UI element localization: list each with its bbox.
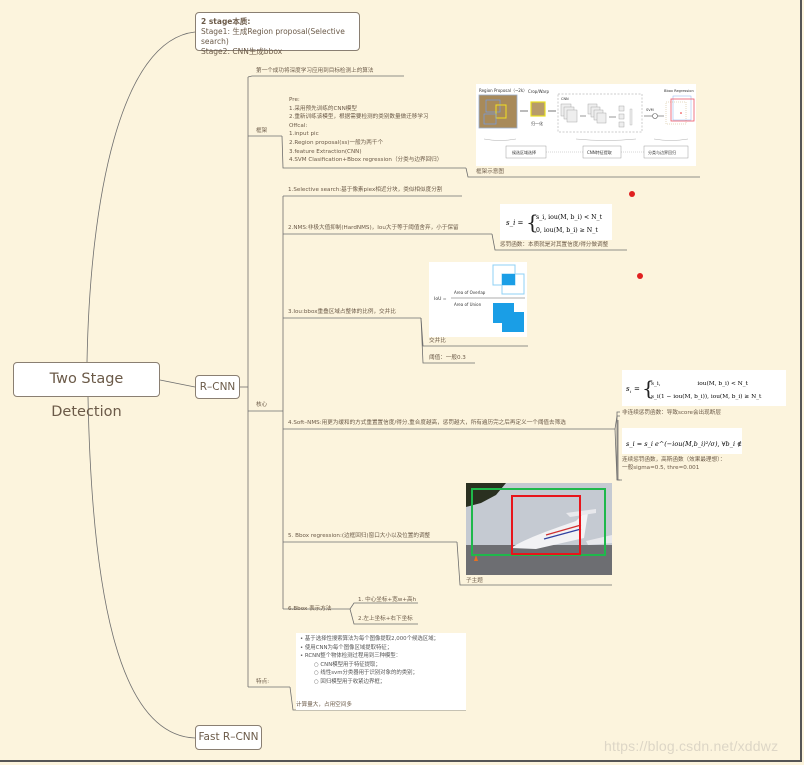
svg-text:i: i [630, 389, 632, 394]
core-item-soft-nms[interactable]: 4.Soft–NMS:用更为缓和的方式重置置信度/得分,重合度越高，惩罚越大，所… [288, 420, 566, 427]
svg-text:=: = [634, 385, 640, 393]
stage-note-title: 2 stage本质: [201, 17, 251, 26]
bullet-item: • 基于选择性搜索算法为每个图像提取2,000个候选区域； [300, 636, 439, 642]
rcnn-intro[interactable]: 第一个成功将深度学习应用到目标检测上的算法 [256, 68, 373, 75]
framework-line: Offcal: [289, 122, 308, 129]
iou-denominator: Area of Union [454, 302, 482, 307]
curve-root-stage [86, 31, 196, 363]
iou-sub-ratio[interactable]: 交并比 [429, 338, 446, 345]
bullet-subitem: ○ CNN模型用于特征提取； [314, 661, 381, 668]
framework-diagram-caption[interactable]: 框架示意图 [476, 169, 504, 176]
bbox-repr-corners[interactable]: 2.左上坐标+右下坐标 [358, 616, 413, 623]
soft-nms-caption2-line1[interactable]: 连续惩罚函数，高斯函数（效果最理想）： [622, 457, 725, 464]
soft-formula1-case1: s_i, iou(M, b_i) < N_t [651, 380, 749, 387]
soft-nms-formula-discrete: s i = { s_i, iou(M, b_i) < N_t s_i(1 − i… [622, 370, 786, 406]
framework-line: 1.采用预先训练的CNN模型 [289, 105, 357, 112]
diagram-step3: 分类与边界回归 [648, 149, 676, 155]
core-label[interactable]: 核心 [256, 402, 267, 409]
core-item-nms[interactable]: 2.NMS:非极大值抑制(HardNMS)，Iou大于等于阈值舍弃，小于保留 [288, 225, 459, 232]
bullet-item: • 使用CNN为每个图像区域提取特征； [300, 644, 393, 651]
nms-caption[interactable]: 惩罚函数：本质就是对其置信度/得分做调整 [500, 242, 608, 249]
framework-text[interactable]: Pre: 1.采用预先训练的CNN模型 2.重新训练该模型，根据需要检测的类别数… [289, 96, 442, 165]
framework-line: 1.input pic [289, 131, 319, 138]
diagram-cnn: CNN [561, 97, 569, 101]
warped-image [530, 101, 546, 117]
soft-nms-formula-gaussian: s_i = s_i e^(−iou(M,b_i)²/σ), ∀b_i ∉ D [622, 428, 750, 454]
iou-label: IoU = [434, 296, 447, 302]
iou-numerator: Area of Overlap [454, 290, 486, 295]
soft-formula2: s_i = s_i e^(−iou(M,b_i)²/σ), ∀b_i ∉ D [626, 440, 742, 448]
stage-note-line1: Stage1: 生成Region proposal(Selective sear… [201, 27, 345, 46]
core-item-bbox-regression[interactable]: 5. Bbox regression:(边框回归)窗口大小以及位置的调整 [288, 533, 430, 540]
diagram-region-proposal: Region Proposal（~2k） [479, 88, 527, 93]
core-item-iou[interactable]: 3.Iou:bbox重叠区域占整体的比例，交并比 [288, 309, 396, 316]
soft-nms-caption2-line2[interactable]: 一般sigma=0.5, thre=0.001 [622, 465, 699, 472]
nms-formula-svg: s_i = { s_i, iou(M, b_i) < N_t 0, iou(M,… [506, 210, 603, 234]
core-item-bbox-repr[interactable]: 6.Bbox 表示方法 [288, 606, 331, 613]
diagram-step2: CNN特征提取 [587, 149, 612, 155]
bbox-regression-caption[interactable]: 子主题 [466, 578, 483, 585]
bbox-repr-center[interactable]: 1. 中心坐标+宽w+高h [358, 597, 416, 604]
diagram-svm: SVM [646, 108, 654, 112]
diagram-normalize: 归一化 [531, 120, 543, 126]
framework-line: Pre: [289, 97, 300, 103]
features-note[interactable]: 计算量大，占用空间多 [296, 702, 352, 709]
nms-formula: s_i = { s_i, iou(M, b_i) < N_t 0, iou(M,… [500, 204, 612, 240]
root-node[interactable]: Two Stage Detection [13, 362, 160, 420]
framework-diagram-svg: Region Proposal（~2k） Crop/Warp 归一化 CNN S… [478, 88, 695, 159]
diagram-bbox-regression: Bbox Regression [664, 89, 694, 93]
framework-line: 3.feature Extraction(CNN) [289, 148, 362, 155]
features-label[interactable]: 特点: [256, 679, 269, 686]
framework-line: 4.SVM Clasification+Bbox regression（分类与边… [289, 157, 443, 164]
framework-line: 2.重新训练该模型，根据需要检测的类别数量做迁移学习 [289, 114, 429, 121]
iou-sub-threshold[interactable]: 阈值：一般0.3 [429, 355, 466, 362]
features-bullets[interactable]: • 基于选择性搜索算法为每个图像提取2,000个候选区域； • 使用CNN为每个… [296, 633, 466, 710]
framework-diagram: Region Proposal（~2k） Crop/Warp 归一化 CNN S… [476, 84, 696, 166]
rcnn-node[interactable]: R–CNN [195, 375, 240, 399]
marker-dot [629, 191, 635, 197]
framework-label[interactable]: 框架 [256, 128, 267, 135]
formula-lhs: s_i = [506, 219, 524, 227]
soft-nms-formula1-svg: s i = { s_i, iou(M, b_i) < N_t s_i(1 − i… [626, 376, 762, 400]
bullet-item: • RCNN整个物体检测过程用到三种模型： [300, 653, 402, 659]
airplane-photo-svg [466, 483, 612, 575]
bbox-regression-image [466, 483, 612, 575]
line-root-rcnn [159, 379, 196, 388]
curve-root-fast [87, 396, 196, 739]
diagram-step1: 候选区域选择 [512, 149, 536, 155]
framework-line: 2.Region proposal(ss)一般为两千个 [289, 139, 384, 146]
marker-dot [637, 273, 643, 279]
fast-rcnn-node[interactable]: Fast R–CNN [195, 725, 262, 750]
diagram-crop-warp: Crop/Warp [528, 89, 549, 94]
stage-note[interactable]: 2 stage本质: Stage1: 生成Region proposal(Sel… [195, 12, 360, 56]
bullet-subitem: ○ 回归模型用于收紧边界框； [314, 678, 386, 685]
stage-note-line2: Stage2: CNN生成bbox [201, 47, 283, 56]
iou-diagram: IoU = Area of Overlap Area of Union [429, 262, 527, 337]
formula-case1: s_i, iou(M, b_i) < N_t [536, 214, 603, 221]
core-item-selective-search[interactable]: 1.Selective search:基于像素piex相近分块，类似相似度分割 [288, 187, 442, 194]
soft-formula1-case2: s_i(1 − iou(M, b_i)), iou(M, b_i) ≥ N_t [651, 393, 762, 400]
formula-case2: 0, iou(M, b_i) ≥ N_t [536, 227, 598, 234]
watermark: https://blog.csdn.net/xddwz [604, 738, 779, 754]
soft-nms-caption1[interactable]: 非连续惩罚函数：导致score会出现断层 [622, 410, 721, 417]
soft-nms-formula2-svg: s_i = s_i e^(−iou(M,b_i)²/σ), ∀b_i ∉ D [626, 440, 750, 448]
iou-diagram-svg: IoU = Area of Overlap Area of Union [434, 264, 525, 332]
bullet-subitem: ○ 线性svm分类器用于识别对象的的类别； [314, 670, 418, 676]
